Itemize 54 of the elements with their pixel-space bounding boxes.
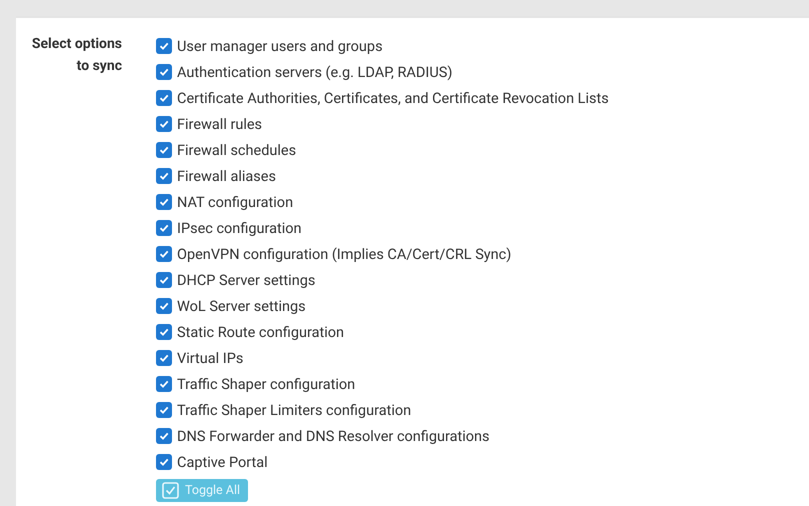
toggle-all-button[interactable]: Toggle All <box>156 479 248 502</box>
checkbox[interactable] <box>156 350 172 366</box>
checkbox-label: Traffic Shaper configuration <box>177 376 356 392</box>
checkbox-label: Static Route configuration <box>177 324 344 340</box>
checkmark-icon <box>158 456 170 468</box>
checkbox-icon <box>162 482 179 499</box>
checkmark-icon <box>158 404 170 416</box>
checkbox-label: WoL Server settings <box>177 298 306 314</box>
checkbox[interactable] <box>156 246 172 262</box>
checkbox[interactable] <box>156 38 172 54</box>
checkmark-icon <box>158 326 170 338</box>
checkbox[interactable] <box>156 220 172 236</box>
checkbox-label: OpenVPN configuration (Implies CA/Cert/CRL Sync) <box>177 246 512 262</box>
checkbox-label: Traffic Shaper Limiters configuration <box>177 402 412 418</box>
checkbox-label: Firewall aliases <box>177 168 276 184</box>
checkbox[interactable] <box>156 272 172 288</box>
checkmark-icon <box>158 118 170 130</box>
checkmark-icon <box>158 378 170 390</box>
checkmark-icon <box>158 430 170 442</box>
checkmark-icon <box>158 170 170 182</box>
checkbox[interactable] <box>156 298 172 314</box>
checkbox-label: DHCP Server settings <box>177 272 316 288</box>
checkbox-label: Certificate Authorities, Certificates, and Certificate Revocation Lists <box>177 90 609 106</box>
checkmark-icon <box>158 196 170 208</box>
checkmark-icon <box>158 274 170 286</box>
checkbox-label: Firewall rules <box>177 116 262 132</box>
checkbox[interactable] <box>156 324 172 340</box>
checkmark-icon <box>158 300 170 312</box>
checkbox[interactable] <box>156 116 172 132</box>
checkmark-icon <box>158 248 170 260</box>
checkbox[interactable] <box>156 168 172 184</box>
checkbox-label: Virtual IPs <box>177 350 244 366</box>
checkbox-label: User manager users and groups <box>177 38 383 54</box>
checkbox-label: NAT configuration <box>177 194 294 210</box>
field-label: Select options to sync <box>30 35 122 76</box>
checkbox[interactable] <box>156 428 172 444</box>
checkmark-icon <box>158 40 170 52</box>
checkbox[interactable] <box>156 194 172 210</box>
checkbox-label: Captive Portal <box>177 454 268 470</box>
checkbox[interactable] <box>156 402 172 418</box>
checkbox-label: IPsec configuration <box>177 220 302 236</box>
checkbox[interactable] <box>156 90 172 106</box>
checkbox[interactable] <box>156 454 172 470</box>
checkbox[interactable] <box>156 64 172 80</box>
checkbox[interactable] <box>156 376 172 392</box>
checkbox-label: Authentication servers (e.g. LDAP, RADIUS) <box>177 64 452 80</box>
checkbox-label: Firewall schedules <box>177 142 296 158</box>
checkbox-label: DNS Forwarder and DNS Resolver configurations <box>177 428 490 444</box>
checkmark-icon <box>158 66 170 78</box>
checkmark-icon <box>158 222 170 234</box>
checkmark-icon <box>158 352 170 364</box>
checkmark-icon <box>158 92 170 104</box>
checkbox[interactable] <box>156 142 172 158</box>
checkmark-icon <box>158 144 170 156</box>
